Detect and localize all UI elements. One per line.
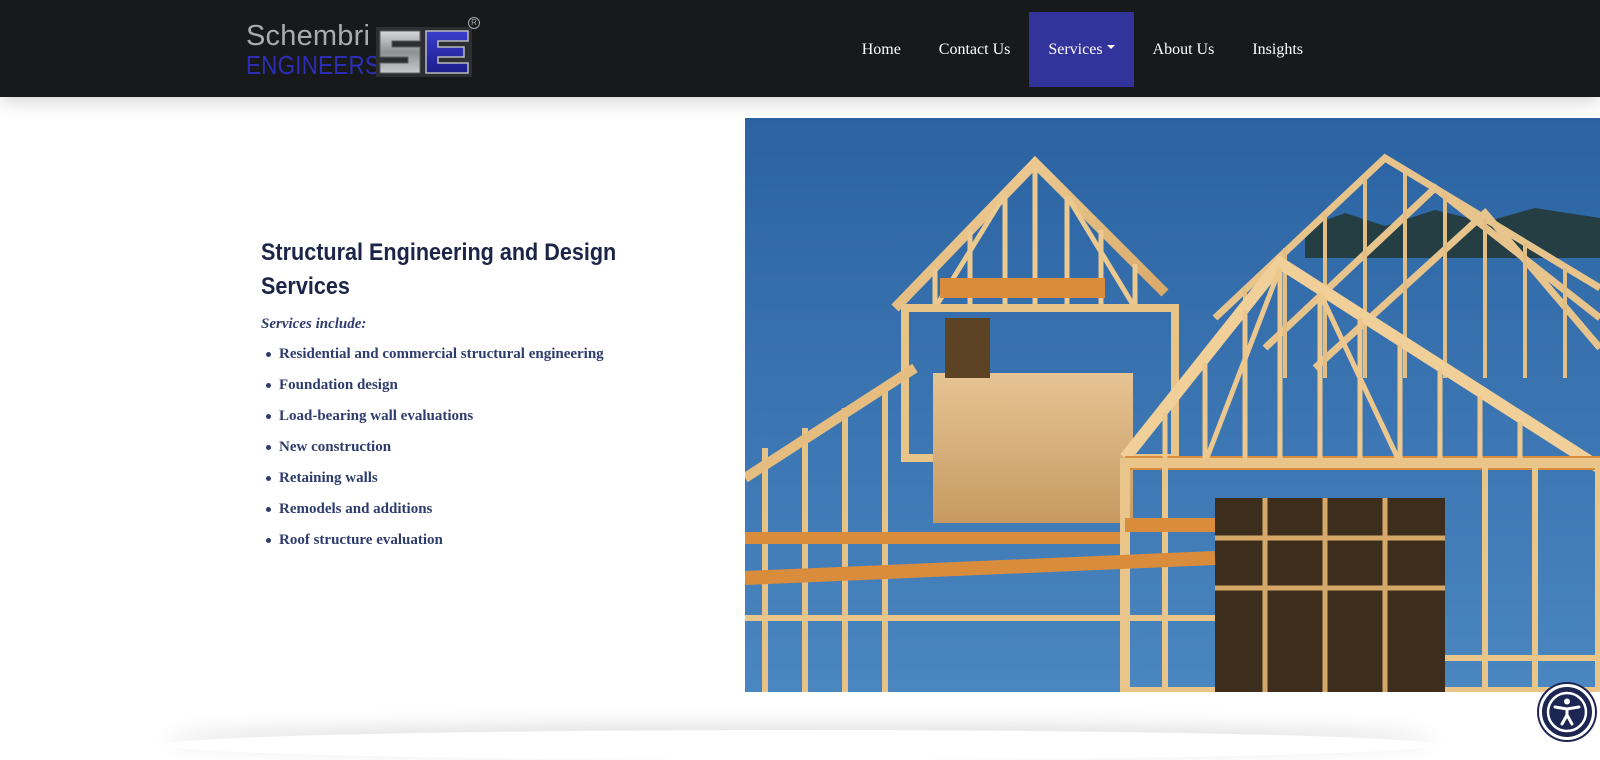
logo-word-schembri: Schembri [246, 20, 371, 52]
services-section: Structural Engineering and Design Servic… [261, 236, 681, 562]
nav-about-us[interactable]: About Us [1134, 12, 1234, 87]
service-item: Load-bearing wall evaluations [261, 407, 681, 426]
nav-home-label: Home [861, 40, 901, 58]
service-item: Remodels and additions [261, 500, 681, 519]
services-list: Residential and commercial structural en… [261, 345, 681, 550]
service-item: New construction [261, 438, 681, 457]
service-item: Retaining walls [261, 469, 681, 488]
nav-contact-us-label: Contact Us [938, 40, 1011, 58]
house-framing-illustration [745, 118, 1600, 692]
service-item: Residential and commercial structural en… [261, 345, 681, 364]
nav-insights[interactable]: Insights [1233, 12, 1322, 87]
nav-services-dropdown[interactable]: Services [1029, 12, 1134, 87]
schembri-engineers-logo[interactable]: Schembri ENGINEERS R [244, 17, 480, 81]
accessibility-button[interactable] [1539, 684, 1595, 740]
main-nav: Home Contact Us Services About Us Insigh… [843, 12, 1322, 87]
nav-about-us-label: About Us [1152, 40, 1215, 58]
house-framing-photo [745, 118, 1600, 692]
services-intro: Services include: [261, 316, 367, 332]
logo-word-engineers: ENGINEERS [246, 50, 381, 80]
se-monogram-icon [376, 27, 472, 77]
site-header: Schembri ENGINEERS R Home Contact Us Ser… [0, 0, 1600, 97]
nav-home[interactable]: Home [843, 12, 920, 87]
service-item: Roof structure evaluation [261, 531, 681, 550]
registered-mark: R [468, 17, 480, 29]
caret-down-icon [1106, 44, 1115, 49]
nav-services-label: Services [1048, 40, 1103, 58]
accessibility-icon [1546, 691, 1588, 733]
nav-insights-label: Insights [1252, 40, 1303, 58]
nav-contact-us[interactable]: Contact Us [920, 12, 1030, 87]
service-item: Foundation design [261, 376, 681, 395]
page-title: Structural Engineering and Design Servic… [261, 239, 617, 300]
next-section-edge [165, 730, 1435, 760]
